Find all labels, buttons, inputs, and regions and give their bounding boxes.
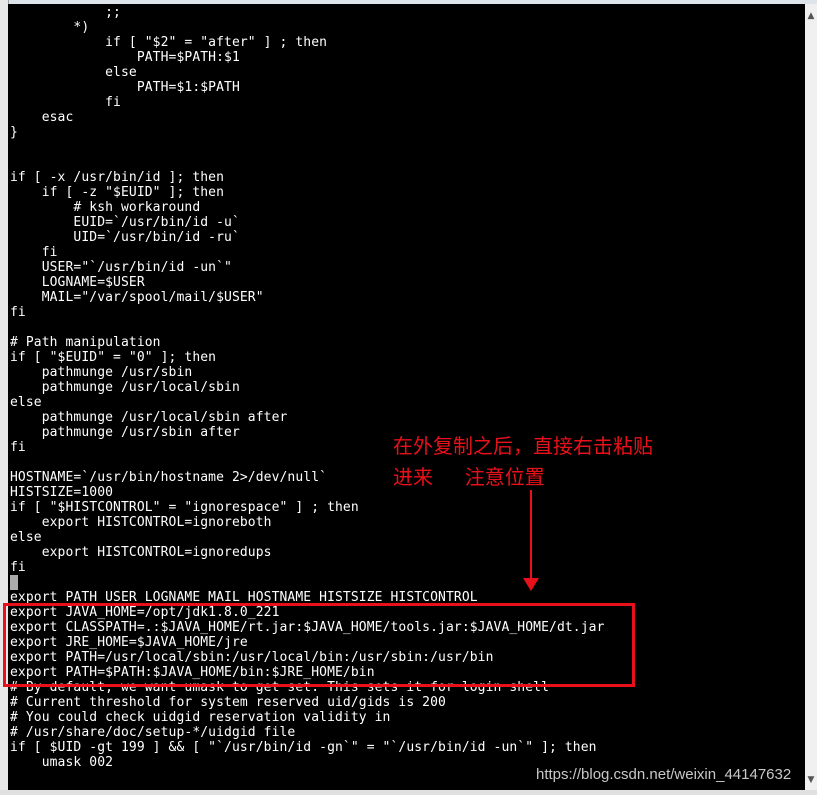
highlight-box (3, 603, 635, 687)
terminal-line: fi (10, 245, 58, 260)
terminal-line: HOSTNAME=`/usr/bin/hostname 2>/dev/null` (10, 470, 328, 485)
terminal-line: ;; (10, 5, 121, 20)
vertical-scrollbar[interactable]: ▲ ▼ (805, 4, 817, 790)
terminal-line: fi (10, 560, 26, 575)
terminal-line: # ksh workaround (10, 200, 201, 215)
window-bottom-border (0, 790, 817, 795)
watermark: https://blog.csdn.net/weixin_44147632 (536, 766, 792, 783)
terminal-line: else (10, 530, 42, 545)
terminal-line: if [ "$EUID" = "0" ]; then (10, 350, 217, 365)
terminal-line: umask 002 (10, 755, 114, 770)
terminal-line: fi (10, 440, 26, 455)
terminal-line: else (10, 65, 137, 80)
terminal-line: pathmunge /usr/local/sbin after (10, 410, 288, 425)
chevron-up-icon[interactable]: ▲ (805, 10, 817, 22)
annotation-line-2: 进来 注意位置 (393, 465, 545, 489)
terminal-line: USER="`/usr/bin/id -un`" (10, 260, 232, 275)
annotation-arrow-shaft (530, 490, 532, 578)
terminal-line: if [ -x /usr/bin/id ]; then (10, 170, 225, 185)
chevron-down-icon[interactable]: ▼ (805, 774, 817, 786)
terminal-cursor (10, 575, 18, 590)
terminal-line: pathmunge /usr/local/sbin (10, 380, 240, 395)
terminal-line: fi (10, 305, 26, 320)
arrow-down-icon (523, 578, 539, 591)
terminal-line: LOGNAME=$USER (10, 275, 145, 290)
terminal-line: EUID=`/usr/bin/id -u` (10, 215, 240, 230)
terminal-line: if [ "$HISTCONTROL" = "ignorespace" ] ; … (10, 500, 359, 515)
terminal-line: HISTSIZE=1000 (10, 485, 114, 500)
terminal-line: esac (10, 110, 74, 125)
terminal-line: pathmunge /usr/sbin (10, 365, 193, 380)
terminal-line: PATH=$1:$PATH (10, 80, 240, 95)
terminal-line: # Path manipulation (10, 335, 161, 350)
terminal-line: PATH=$PATH:$1 (10, 50, 240, 65)
terminal-line: # Current threshold for system reserved … (10, 695, 446, 710)
terminal-line: } (10, 125, 18, 140)
terminal-line: UID=`/usr/bin/id -ru` (10, 230, 240, 245)
terminal-line: else (10, 395, 42, 410)
terminal-line: MAIL="/var/spool/mail/$USER" (10, 290, 264, 305)
terminal-line: # /usr/share/doc/setup-*/uidgid file (10, 725, 296, 740)
terminal-line: *) (10, 20, 90, 35)
terminal-line: fi (10, 95, 121, 110)
terminal-line: if [ $UID -gt 199 ] && [ "`/usr/bin/id -… (10, 740, 597, 755)
terminal-line: export HISTCONTROL=ignoreboth (10, 515, 272, 530)
terminal-line: export HISTCONTROL=ignoredups (10, 545, 272, 560)
terminal-line: if [ -z "$EUID" ]; then (10, 185, 225, 200)
terminal-line: pathmunge /usr/sbin after (10, 425, 240, 440)
annotation-line-1: 在外复制之后，直接右击粘贴 (393, 434, 653, 458)
terminal-line: if [ "$2" = "after" ] ; then (10, 35, 328, 50)
terminal-line: # You could check uidgid reservation val… (10, 710, 391, 725)
